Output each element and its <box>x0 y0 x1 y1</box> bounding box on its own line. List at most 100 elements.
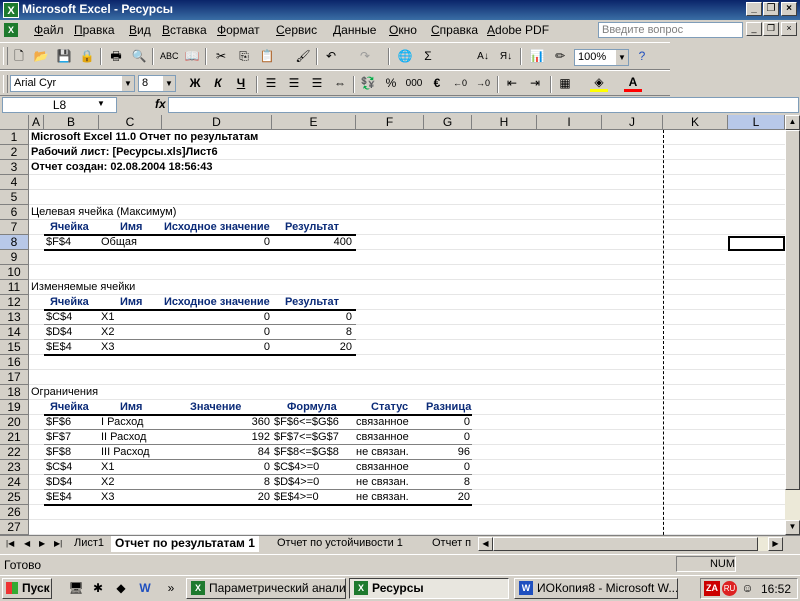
minimize-button[interactable]: _ <box>746 2 762 16</box>
column-header[interactable]: J <box>602 115 663 130</box>
menu-item-8[interactable]: Справка <box>431 23 478 37</box>
horizontal-scrollbar[interactable]: ◀ ▶ <box>478 537 783 551</box>
document-icon[interactable]: X <box>4 23 18 37</box>
font-size-select[interactable]: 8 ▼ <box>138 75 176 92</box>
sheet-tab-limits[interactable]: Отчет п <box>428 536 474 552</box>
menu-item-1[interactable]: Правка <box>74 23 115 37</box>
last-sheet-icon[interactable]: ▶| <box>50 536 67 552</box>
help-icon[interactable]: ? <box>633 48 651 65</box>
toolbar-grip[interactable] <box>3 75 8 93</box>
word-icon[interactable]: W <box>137 581 153 596</box>
menu-item-7[interactable]: Окно <box>389 23 417 37</box>
toolbar-grip[interactable] <box>3 47 8 65</box>
font-color-icon[interactable]: A <box>624 75 642 92</box>
tools-icon[interactable]: ✱ <box>90 581 106 596</box>
increase-decimal-icon[interactable]: ←0 <box>451 75 469 92</box>
open-icon[interactable]: 📂 <box>32 48 50 65</box>
column-header[interactable]: D <box>162 115 272 130</box>
row-header[interactable]: 7 <box>0 220 29 235</box>
row-header[interactable]: 19 <box>0 400 29 415</box>
taskbar-task-word[interactable]: W ИОКопия8 - Microsoft W... <box>514 578 678 599</box>
menu-item-0[interactable]: Файл <box>34 23 64 37</box>
sort-ascending-icon[interactable]: A↓ <box>474 48 492 65</box>
chevron-down-icon[interactable]: ▼ <box>122 76 134 91</box>
print-preview-icon[interactable]: 🔍 <box>130 48 148 65</box>
column-header[interactable]: H <box>472 115 537 130</box>
decrease-indent-icon[interactable]: ⇤ <box>503 75 521 92</box>
row-header[interactable]: 24 <box>0 475 29 490</box>
scroll-up-icon[interactable]: ▲ <box>785 115 800 130</box>
taskbar-task-analysis[interactable]: X Параметрический анализ <box>186 578 346 599</box>
row-header[interactable]: 14 <box>0 325 29 340</box>
row-header[interactable]: 16 <box>0 355 29 370</box>
align-left-icon[interactable]: ☰ <box>262 75 280 92</box>
row-header[interactable]: 1 <box>0 130 29 145</box>
close-button[interactable]: × <box>781 2 797 16</box>
zonealarm-icon[interactable]: ZA <box>704 581 720 596</box>
permission-icon[interactable]: 🔒 <box>78 48 96 65</box>
redo-icon[interactable]: ↷ <box>356 48 374 65</box>
menu-item-3[interactable]: Вставка <box>162 23 207 37</box>
percent-button[interactable]: % <box>382 75 400 92</box>
row-header[interactable]: 3 <box>0 160 29 175</box>
row-header[interactable]: 8 <box>0 235 29 250</box>
insert-hyperlink-icon[interactable]: 🌐 <box>396 48 414 65</box>
hscroll-thumb[interactable] <box>493 537 758 551</box>
prev-sheet-icon[interactable]: ◀ <box>20 536 35 552</box>
scroll-right-icon[interactable]: ▶ <box>768 537 783 551</box>
copy-icon[interactable]: ⎘ <box>235 48 253 65</box>
row-header[interactable]: 21 <box>0 430 29 445</box>
row-header[interactable]: 2 <box>0 145 29 160</box>
language-icon[interactable]: RU <box>722 581 737 596</box>
row-header[interactable]: 4 <box>0 175 29 190</box>
restore-button[interactable]: ❐ <box>763 2 779 16</box>
doc-close-button[interactable]: × <box>781 22 797 36</box>
font-name-select[interactable]: Arial Cyr ▼ <box>10 75 135 92</box>
row-header[interactable]: 18 <box>0 385 29 400</box>
row-header[interactable]: 17 <box>0 370 29 385</box>
row-header[interactable]: 15 <box>0 340 29 355</box>
sort-descending-icon[interactable]: Я↓ <box>497 48 515 65</box>
column-header[interactable]: K <box>663 115 728 130</box>
first-sheet-icon[interactable]: |◀ <box>2 536 19 552</box>
print-icon[interactable]: 🖶 <box>107 48 125 65</box>
bold-button[interactable]: Ж <box>186 75 204 92</box>
worksheet-grid[interactable]: A B C D E F G H I J K L 1 2 3 4 5 6 7 8 9 10 11 12 13 14 15 16 17 18 1… <box>0 115 785 535</box>
borders-icon[interactable]: ▦ <box>556 75 574 92</box>
fill-color-icon[interactable]: ◈ <box>590 75 608 92</box>
column-header[interactable]: B <box>44 115 99 130</box>
scroll-thumb[interactable] <box>785 130 800 490</box>
row-header[interactable]: 11 <box>0 280 29 295</box>
autosum-icon[interactable]: Σ <box>419 48 437 65</box>
paste-icon[interactable]: 📋 <box>258 48 276 65</box>
cut-icon[interactable]: ✂ <box>212 48 230 65</box>
next-sheet-icon[interactable]: ▶ <box>35 536 50 552</box>
select-all-corner[interactable] <box>0 115 29 130</box>
underline-button[interactable]: Ч <box>232 75 250 92</box>
chevron-down-icon[interactable]: ▼ <box>616 50 628 65</box>
menu-item-2[interactable]: Вид <box>129 23 151 37</box>
desktop-icon[interactable]: 🖥 <box>68 581 84 596</box>
zoom-select[interactable]: 100% ▼ <box>574 49 629 66</box>
row-header[interactable]: 20 <box>0 415 29 430</box>
column-header[interactable]: G <box>424 115 472 130</box>
row-header[interactable]: 25 <box>0 490 29 505</box>
merge-center-icon[interactable]: ⇔ <box>331 75 349 92</box>
save-icon[interactable]: 💾 <box>55 48 73 65</box>
column-header[interactable]: C <box>99 115 162 130</box>
scroll-left-icon[interactable]: ◀ <box>478 537 493 551</box>
currency-icon[interactable]: 💱 <box>359 75 377 92</box>
doc-restore-button[interactable]: ❐ <box>763 22 779 36</box>
row-header[interactable]: 6 <box>0 205 29 220</box>
italic-button[interactable]: К <box>209 75 227 92</box>
new-icon[interactable]: 🗋 <box>10 48 28 65</box>
more-icon[interactable]: » <box>163 581 179 596</box>
scroll-down-icon[interactable]: ▼ <box>785 520 800 535</box>
align-right-icon[interactable]: ☰ <box>308 75 326 92</box>
vertical-scrollbar[interactable]: ▲ ▼ <box>785 115 800 535</box>
menu-item-4[interactable]: Формат <box>217 23 260 37</box>
taskbar-task-resources[interactable]: X Ресурсы <box>349 578 509 599</box>
research-icon[interactable]: 📖 <box>183 48 201 65</box>
menu-item-6[interactable]: Данные <box>333 23 376 37</box>
doc-minimize-button[interactable]: _ <box>746 22 762 36</box>
